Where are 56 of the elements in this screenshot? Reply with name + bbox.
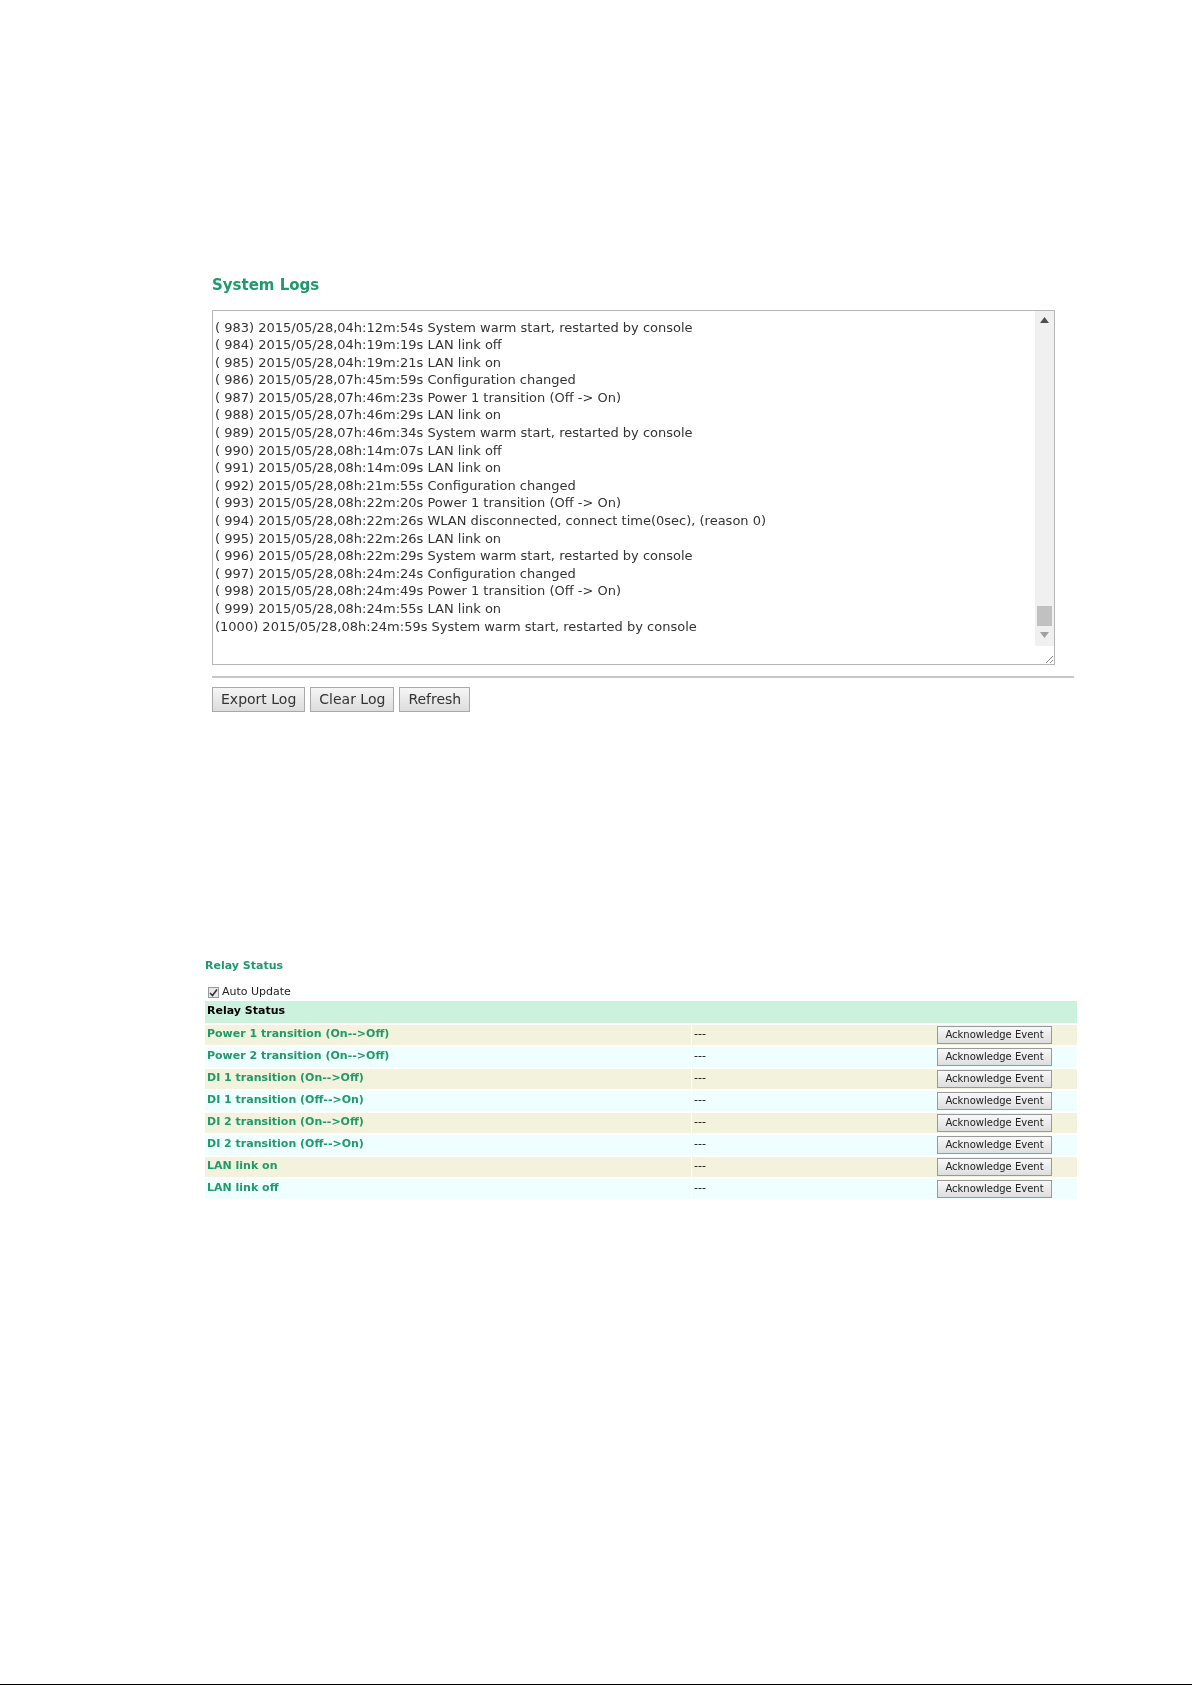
status-cell: --- bbox=[694, 1070, 706, 1087]
log-line: ( 992) 2015/05/28,08h:21m:55s Configuration changed bbox=[215, 476, 576, 495]
event-name-cell: LAN link on bbox=[207, 1158, 278, 1175]
status-cell: --- bbox=[694, 1180, 706, 1197]
table-heading: Relay Status bbox=[207, 1003, 286, 1020]
log-line: ( 991) 2015/05/28,08h:14m:09s LAN link on bbox=[215, 459, 502, 477]
event-name-cell: DI 1 transition (On-->Off) bbox=[207, 1070, 364, 1087]
acknowledge-button[interactable]: Acknowledge Event bbox=[937, 1135, 1052, 1154]
status-cell: --- bbox=[694, 1092, 706, 1109]
event-name-cell: DI 2 transition (Off-->On) bbox=[207, 1136, 364, 1153]
checkbox-label: Auto Update bbox=[222, 984, 291, 1000]
log-line: ( 998) 2015/05/28,08h:24m:49s Power 1 transition (Off -> On) bbox=[215, 582, 622, 600]
acknowledge-button[interactable]: Acknowledge Event bbox=[937, 1069, 1052, 1088]
event-name-cell: Power 1 transition (On-->Off) bbox=[207, 1026, 390, 1043]
log-line: ( 995) 2015/05/28,08h:22m:26s LAN link on bbox=[215, 529, 502, 548]
acknowledge-button[interactable]: Acknowledge Event bbox=[937, 1025, 1052, 1044]
status-cell: --- bbox=[694, 1114, 706, 1131]
log-line: ( 984) 2015/05/28,04h:19m:19s LAN link off bbox=[215, 336, 502, 354]
status-cell: --- bbox=[694, 1048, 706, 1065]
log-line: ( 999) 2015/05/28,08h:24m:55s LAN link on bbox=[215, 600, 502, 618]
section-title: System Logs bbox=[212, 275, 320, 296]
log-line: ( 994) 2015/05/28,08h:22m:26s WLAN disconnected, connect time(0sec), (reason 0) bbox=[215, 512, 767, 530]
log-line: ( 988) 2015/05/28,07h:46m:29s LAN link on bbox=[215, 406, 502, 425]
acknowledge-button[interactable]: Acknowledge Event bbox=[937, 1113, 1052, 1132]
event-name-cell: DI 1 transition (Off-->On) bbox=[207, 1092, 364, 1109]
event-name-cell: LAN link off bbox=[207, 1180, 279, 1197]
status-cell: --- bbox=[694, 1026, 706, 1043]
log-button[interactable]: Clear Log bbox=[310, 686, 395, 712]
log-line: ( 996) 2015/05/28,08h:22m:29s System warm start, restarted by console bbox=[215, 547, 693, 565]
auto-update-checkbox[interactable] bbox=[208, 986, 219, 998]
scroll-thumb[interactable] bbox=[1037, 605, 1052, 626]
scroll-up-icon[interactable] bbox=[1040, 316, 1049, 323]
log-line: ( 989) 2015/05/28,07h:46m:34s System warm start, restarted by console bbox=[215, 424, 693, 442]
log-line: ( 993) 2015/05/28,08h:22m:20s Power 1 transition (Off -> On) bbox=[215, 494, 622, 513]
log-line: (1000) 2015/05/28,08h:24m:59s System warm start, restarted by console bbox=[215, 617, 697, 636]
log-button[interactable]: Export Log bbox=[212, 686, 306, 712]
scrollbar[interactable] bbox=[1035, 310, 1054, 664]
acknowledge-button[interactable]: Acknowledge Event bbox=[937, 1157, 1052, 1176]
log-line: ( 983) 2015/05/28,04h:12m:54s System warm start, restarted by console bbox=[215, 318, 693, 337]
log-textarea[interactable] bbox=[212, 309, 1055, 665]
acknowledge-button[interactable]: Acknowledge Event bbox=[937, 1179, 1052, 1198]
log-button[interactable]: Refresh bbox=[399, 686, 471, 712]
event-name-cell: DI 2 transition (On-->Off) bbox=[207, 1114, 364, 1131]
status-cell: --- bbox=[694, 1136, 706, 1153]
log-line: ( 985) 2015/05/28,04h:19m:21s LAN link on bbox=[215, 353, 502, 372]
event-name-cell: Power 2 transition (On-->Off) bbox=[207, 1048, 390, 1065]
section-title: Relay Status bbox=[205, 957, 284, 974]
acknowledge-button[interactable]: Acknowledge Event bbox=[937, 1091, 1052, 1110]
acknowledge-button[interactable]: Acknowledge Event bbox=[937, 1047, 1052, 1066]
log-line: ( 987) 2015/05/28,07h:46m:23s Power 1 transition (Off -> On) bbox=[215, 388, 622, 407]
scroll-down-icon[interactable] bbox=[1040, 631, 1049, 638]
log-line: ( 986) 2015/05/28,07h:45m:59s Configuration changed bbox=[215, 371, 576, 389]
status-cell: --- bbox=[694, 1158, 706, 1175]
log-line: ( 997) 2015/05/28,08h:24m:24s Configuration changed bbox=[215, 564, 576, 583]
log-line: ( 990) 2015/05/28,08h:14m:07s LAN link off bbox=[215, 441, 502, 460]
resize-grip-icon[interactable] bbox=[1044, 653, 1054, 664]
